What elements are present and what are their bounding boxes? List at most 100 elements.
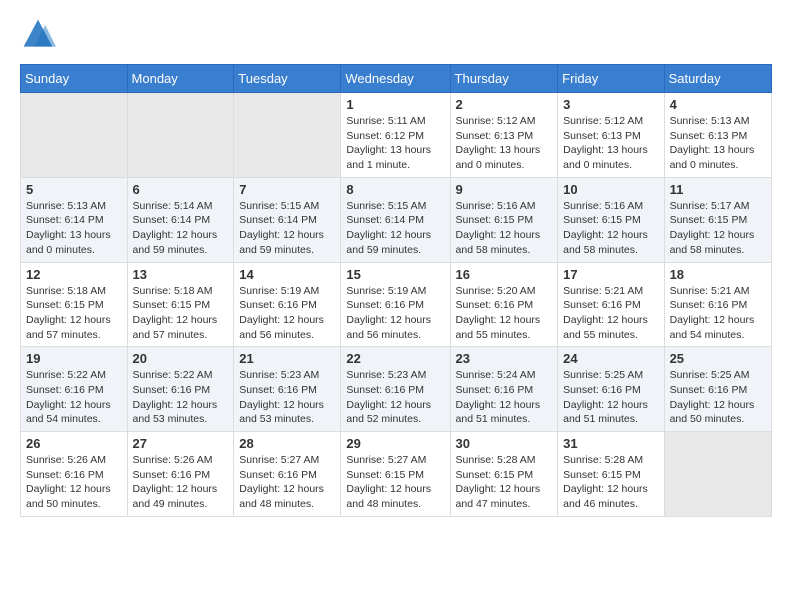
calendar-cell: 3Sunrise: 5:12 AMSunset: 6:13 PMDaylight… [558, 93, 664, 178]
daylight-text: Daylight: 12 hours and 47 minutes. [456, 483, 541, 510]
day-info: Sunrise: 5:20 AMSunset: 6:16 PMDaylight:… [456, 284, 553, 343]
day-info: Sunrise: 5:16 AMSunset: 6:15 PMDaylight:… [456, 199, 553, 258]
sunrise-text: Sunrise: 5:24 AM [456, 369, 536, 381]
daylight-text: Daylight: 12 hours and 50 minutes. [26, 483, 111, 510]
calendar-cell: 28 Sunrise: 5:27 AMSunset: 6:16 PMDayligh… [234, 432, 341, 517]
calendar-cell: 26 Sunrise: 5:26 AMSunset: 6:16 PMDayligh… [21, 432, 128, 517]
calendar-cell: 1Sunrise: 5:11 AMSunset: 6:12 PMDaylight… [341, 93, 450, 178]
day-number: 22 [346, 351, 444, 366]
day-number: 8 [346, 182, 444, 197]
day-number: 30 [456, 436, 553, 451]
col-header-friday: Friday [558, 65, 664, 93]
daylight-text: Daylight: 12 hours and 58 minutes. [456, 229, 541, 256]
calendar-cell: 9Sunrise: 5:16 AMSunset: 6:15 PMDaylight… [450, 177, 558, 262]
day-info: Sunrise: 5:16 AMSunset: 6:15 PMDaylight:… [563, 199, 658, 258]
sunset-text: Sunset: 6:16 PM [563, 299, 641, 311]
calendar-cell: 8Sunrise: 5:15 AMSunset: 6:14 PMDaylight… [341, 177, 450, 262]
sunrise-text: Sunrise: 5:15 AM [346, 200, 426, 212]
daylight-text: Daylight: 13 hours and 0 minutes. [563, 144, 648, 171]
sunrise-text: Sunrise: 5:16 AM [456, 200, 536, 212]
daylight-text: Daylight: 12 hours and 59 minutes. [239, 229, 324, 256]
day-info: Sunrise: 5:22 AMSunset: 6:16 PMDaylight:… [133, 368, 229, 427]
day-info: Sunrise: 5:24 AMSunset: 6:16 PMDaylight:… [456, 368, 553, 427]
day-number: 10 [563, 182, 658, 197]
day-number: 4 [670, 97, 766, 112]
daylight-text: Daylight: 12 hours and 57 minutes. [133, 314, 218, 341]
day-info: Sunrise: 5:12 AMSunset: 6:13 PMDaylight:… [456, 114, 553, 173]
calendar-cell: 31Sunrise: 5:28 AMSunset: 6:15 PMDayligh… [558, 432, 664, 517]
day-info: Sunrise: 5:23 AM Sunset: 6:16 PM Daylight:… [346, 368, 444, 427]
sunset-text: Sunset: 6:16 PM [239, 384, 317, 396]
sunset-text: Sunset: 6:15 PM [26, 299, 104, 311]
col-header-thursday: Thursday [450, 65, 558, 93]
day-info: Sunrise: 5:27 AMSunset: 6:16 PMDaylight:… [239, 453, 335, 512]
day-info: Sunrise: 5:12 AMSunset: 6:13 PMDaylight:… [563, 114, 658, 173]
calendar-cell: 16Sunrise: 5:20 AMSunset: 6:16 PMDayligh… [450, 262, 558, 347]
sunrise-text: Sunrise: 5:27 AM [239, 454, 319, 466]
sunset-text: Sunset: 6:14 PM [26, 214, 104, 226]
day-info: Sunrise: 5:19 AMSunset: 6:16 PMDaylight:… [346, 284, 444, 343]
day-number: 28 [239, 436, 335, 451]
day-number: 18 [670, 267, 766, 282]
daylight-text: Daylight: 12 hours and 52 minutes. [346, 399, 431, 426]
day-number: 26 [26, 436, 122, 451]
day-info: Sunrise: 5:23 AMSunset: 6:16 PMDaylight:… [239, 368, 335, 427]
calendar-cell [127, 93, 234, 178]
daylight-text: Daylight: 12 hours and 49 minutes. [133, 483, 218, 510]
calendar-header-row: SundayMondayTuesdayWednesdayThursdayFrid… [21, 65, 772, 93]
daylight-text: Daylight: 13 hours and 0 minutes. [670, 144, 755, 171]
calendar-cell: 2 Sunrise: 5:12 AMSunset: 6:13 PMDaylight… [450, 93, 558, 178]
daylight-text: Daylight: 12 hours and 57 minutes. [26, 314, 111, 341]
day-number: 1 [346, 97, 444, 112]
calendar-cell: 15 Sunrise: 5:19 AMSunset: 6:16 PMDayligh… [341, 262, 450, 347]
sunrise-text: Sunrise: 5:27 AM [346, 454, 426, 466]
day-number: 7 [239, 182, 335, 197]
sunrise-text: Sunrise: 5:19 AM [346, 285, 426, 297]
calendar-cell: 27 Sunrise: 5:26 AMSunset: 6:16 PMDayligh… [127, 432, 234, 517]
sunrise-text: Sunrise: 5:17 AM [670, 200, 750, 212]
sunset-text: Sunset: 6:15 PM [563, 214, 641, 226]
day-number: 11 [670, 182, 766, 197]
sunrise-text: Sunrise: 5:13 AM [670, 115, 750, 127]
daylight-text: Daylight: 12 hours and 54 minutes. [670, 314, 755, 341]
sunset-text: Sunset: 6:16 PM [670, 384, 748, 396]
sunrise-text: Sunrise: 5:20 AM [456, 285, 536, 297]
day-info: Sunrise: 5:26 AMSunset: 6:16 PMDaylight:… [26, 453, 122, 512]
calendar-cell: 6Sunrise: 5:14 AMSunset: 6:14 PMDaylight… [127, 177, 234, 262]
daylight-text: Daylight: 12 hours and 48 minutes. [239, 483, 324, 510]
day-info: Sunrise: 5:21 AMSunset: 6:16 PMDaylight:… [670, 284, 766, 343]
day-info: Sunrise: 5:15 AMSunset: 6:14 PMDaylight:… [239, 199, 335, 258]
sunset-text: Sunset: 6:12 PM [346, 130, 424, 142]
calendar-cell: 21Sunrise: 5:23 AMSunset: 6:16 PMDayligh… [234, 347, 341, 432]
day-number: 27 [133, 436, 229, 451]
calendar-cell: 22 Sunrise: 5:23 AM Sunset: 6:16 PM Dayligh… [341, 347, 450, 432]
daylight-text: Daylight: 12 hours and 46 minutes. [563, 483, 648, 510]
day-number: 2 [456, 97, 553, 112]
day-info: Sunrise: 5:26 AMSunset: 6:16 PMDaylight:… [133, 453, 229, 512]
sunrise-text: Sunrise: 5:12 AM [563, 115, 643, 127]
sunrise-text: Sunrise: 5:19 AM [239, 285, 319, 297]
sunset-text: Sunset: 6:16 PM [239, 299, 317, 311]
sunrise-text: Sunrise: 5:18 AM [133, 285, 213, 297]
sunset-text: Sunset: 6:16 PM [346, 384, 424, 396]
sunrise-text: Sunrise: 5:23 AM [346, 369, 426, 381]
day-info: Sunrise: 5:11 AMSunset: 6:12 PMDaylight:… [346, 114, 444, 173]
day-number: 15 [346, 267, 444, 282]
day-info: Sunrise: 5:25 AMSunset: 6:16 PMDaylight:… [563, 368, 658, 427]
day-number: 25 [670, 351, 766, 366]
day-number: 19 [26, 351, 122, 366]
sunrise-text: Sunrise: 5:21 AM [670, 285, 750, 297]
day-info: Sunrise: 5:18 AMSunset: 6:15 PMDaylight:… [133, 284, 229, 343]
col-header-monday: Monday [127, 65, 234, 93]
sunrise-text: Sunrise: 5:11 AM [346, 115, 425, 127]
header [20, 16, 772, 52]
day-number: 31 [563, 436, 658, 451]
sunrise-text: Sunrise: 5:14 AM [133, 200, 213, 212]
sunrise-text: Sunrise: 5:28 AM [456, 454, 536, 466]
calendar-week-row: 12Sunrise: 5:18 AMSunset: 6:15 PMDayligh… [21, 262, 772, 347]
sunrise-text: Sunrise: 5:26 AM [133, 454, 213, 466]
sunrise-text: Sunrise: 5:28 AM [563, 454, 643, 466]
sunrise-text: Sunrise: 5:25 AM [670, 369, 750, 381]
sunset-text: Sunset: 6:15 PM [456, 469, 534, 481]
day-info: Sunrise: 5:18 AMSunset: 6:15 PMDaylight:… [26, 284, 122, 343]
